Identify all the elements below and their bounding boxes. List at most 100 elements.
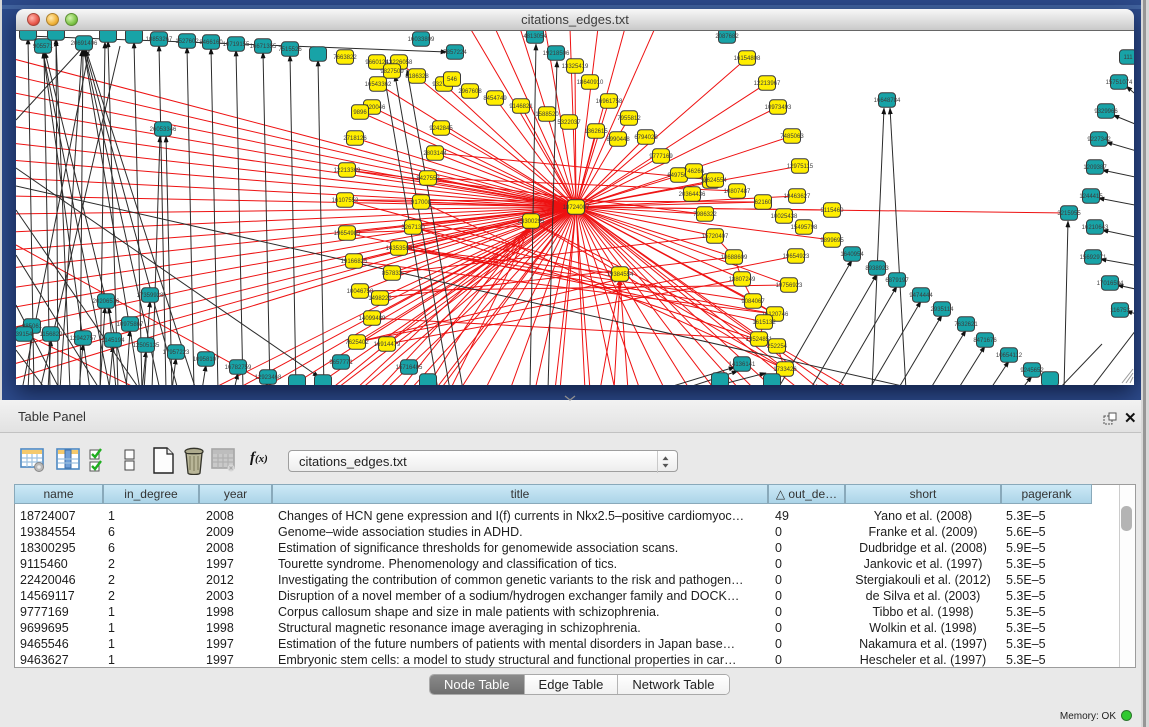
- svg-text:12505135: 12505135: [133, 343, 160, 349]
- svg-text:2967608: 2967608: [458, 89, 482, 95]
- svg-text:16648784: 16648784: [874, 98, 901, 104]
- svg-text:18724007: 18724007: [563, 205, 590, 211]
- svg-text:12923468: 12923468: [255, 375, 282, 381]
- svg-text:16107552: 16107552: [332, 198, 359, 204]
- svg-text:10654112: 10654112: [996, 353, 1023, 359]
- svg-text:905571: 905571: [33, 44, 54, 50]
- svg-text:2935114: 2935114: [931, 307, 955, 313]
- svg-text:1527602: 1527602: [175, 39, 199, 45]
- svg-text:3267130: 3267130: [401, 225, 425, 231]
- svg-text:16961758: 16961758: [596, 99, 623, 105]
- svg-text:8938923: 8938923: [865, 266, 889, 272]
- svg-text:12975115: 12975115: [787, 164, 814, 170]
- svg-text:9657771: 9657771: [329, 360, 353, 366]
- svg-text:7986322: 7986322: [693, 212, 717, 218]
- svg-text:15720407: 15720407: [702, 234, 729, 240]
- svg-text:9896: 9896: [353, 110, 367, 116]
- svg-text:12942757: 12942757: [70, 336, 97, 342]
- svg-text:16782759: 16782759: [225, 365, 252, 371]
- svg-text:19654985: 19654985: [334, 231, 361, 237]
- svg-text:39154: 39154: [16, 332, 33, 338]
- svg-text:8454749: 8454749: [483, 96, 507, 102]
- svg-text:19384554: 19384554: [607, 272, 634, 278]
- svg-text:17359928: 17359928: [137, 293, 164, 299]
- svg-text:7663822: 7663822: [333, 55, 357, 61]
- svg-text:1615132: 1615132: [752, 320, 776, 326]
- svg-text:116753: 116753: [1110, 308, 1130, 314]
- svg-text:111: 111: [1123, 55, 1133, 61]
- svg-text:9329966: 9329966: [1094, 109, 1118, 115]
- svg-text:20206576: 20206576: [93, 299, 120, 305]
- svg-text:10853267: 10853267: [146, 37, 173, 43]
- svg-text:1145194: 1145194: [102, 338, 126, 344]
- svg-text:746266: 746266: [684, 169, 705, 175]
- svg-text:14353594: 14353594: [386, 246, 413, 252]
- svg-text:62160: 62160: [755, 200, 772, 206]
- svg-text:7485063: 7485063: [780, 134, 804, 140]
- svg-text:7632621: 7632621: [954, 322, 978, 328]
- svg-text:9245652: 9245652: [1020, 368, 1044, 374]
- svg-text:19463627: 19463627: [784, 194, 811, 200]
- svg-text:3215955: 3215955: [1057, 211, 1081, 217]
- svg-text:9827509: 9827509: [380, 69, 404, 75]
- svg-text:19166825: 19166825: [341, 259, 368, 265]
- svg-text:7625402: 7625402: [345, 340, 369, 346]
- svg-text:18807249: 18807249: [729, 277, 756, 283]
- svg-text:10688609: 10688609: [721, 255, 748, 261]
- svg-text:7515526: 7515526: [278, 47, 302, 53]
- svg-text:1244415: 1244415: [1079, 194, 1103, 200]
- svg-text:2087682: 2087682: [715, 34, 739, 40]
- svg-text:9146821: 9146821: [509, 104, 533, 110]
- svg-text:8466160: 8466160: [199, 40, 223, 46]
- svg-text:252254: 252254: [767, 344, 788, 350]
- svg-text:1156829: 1156829: [40, 332, 64, 338]
- svg-text:9242845: 9242845: [429, 126, 453, 132]
- svg-text:6794028: 6794028: [634, 135, 658, 141]
- svg-text:15692971: 15692971: [1080, 255, 1107, 261]
- svg-text:8990448: 8990448: [606, 137, 630, 143]
- svg-text:9474444: 9474444: [909, 293, 933, 299]
- svg-text:13325419: 13325419: [562, 64, 589, 70]
- svg-text:10719155: 10719155: [223, 42, 250, 48]
- svg-text:15495798: 15495798: [791, 225, 818, 231]
- svg-text:19218506: 19218506: [543, 51, 570, 57]
- svg-text:17957223: 17957223: [163, 350, 190, 356]
- svg-text:18640910: 18640910: [577, 80, 604, 86]
- svg-text:546: 546: [447, 77, 458, 83]
- svg-text:2803144: 2803144: [423, 151, 447, 157]
- svg-text:16210643: 16210643: [1082, 225, 1109, 231]
- svg-text:20691406: 20691406: [71, 41, 98, 47]
- svg-text:14136141: 14136141: [729, 362, 756, 368]
- svg-text:19756923: 19756923: [776, 283, 803, 289]
- svg-text:8471676: 8471676: [973, 338, 997, 344]
- svg-text:16914479: 16914479: [374, 342, 401, 348]
- svg-text:17016504: 17016504: [1097, 281, 1124, 287]
- svg-text:19654923: 19654923: [783, 254, 810, 260]
- svg-text:1588520: 1588520: [535, 112, 559, 118]
- svg-text:16154808: 16154808: [734, 56, 761, 62]
- svg-text:16543362: 16543362: [365, 82, 392, 88]
- svg-text:10807487: 10807487: [724, 189, 751, 195]
- svg-text:1209387: 1209387: [1083, 165, 1107, 171]
- svg-text:6879197: 6879197: [885, 278, 909, 284]
- svg-text:1733426: 1733426: [773, 367, 797, 373]
- svg-text:9115460: 9115460: [821, 208, 845, 214]
- svg-text:15716485: 15716485: [396, 365, 423, 371]
- svg-text:8186328: 8186328: [405, 74, 429, 80]
- svg-text:857833: 857833: [382, 271, 403, 277]
- svg-text:10958107: 10958107: [193, 357, 220, 363]
- svg-text:7955812: 7955812: [617, 116, 641, 122]
- svg-text:23300295: 23300295: [518, 219, 545, 225]
- svg-text:16671355: 16671355: [250, 44, 277, 50]
- svg-text:10046758: 10046758: [347, 289, 374, 295]
- svg-text:10975867: 10975867: [117, 322, 144, 328]
- svg-text:3624554: 3624554: [703, 178, 727, 184]
- svg-text:9899695: 9899695: [820, 238, 844, 244]
- svg-text:26053346: 26053346: [150, 127, 177, 133]
- svg-text:1640954: 1640954: [840, 252, 864, 258]
- svg-text:10973493: 10973493: [765, 105, 792, 111]
- svg-text:7857224: 7857224: [443, 50, 467, 56]
- svg-text:12213369: 12213369: [334, 168, 361, 174]
- svg-text:15751074: 15751074: [1106, 80, 1133, 86]
- svg-text:4813054: 4813054: [523, 34, 547, 40]
